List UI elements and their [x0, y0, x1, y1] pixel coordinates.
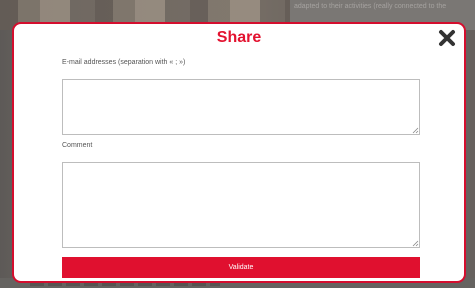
- resize-grip-icon[interactable]: [411, 126, 419, 134]
- comment-field[interactable]: [62, 162, 420, 248]
- email-label: E-mail addresses (separation with « ; »): [62, 59, 186, 66]
- close-x-icon: [439, 30, 455, 46]
- comment-label: Comment: [62, 142, 93, 149]
- email-field[interactable]: [62, 79, 420, 135]
- dialog-title: Share: [216, 29, 262, 46]
- resize-grip-icon[interactable]: [411, 239, 419, 247]
- share-dialog: Share E-mail addresses (separation with …: [12, 22, 466, 283]
- validate-button[interactable]: Validate: [62, 257, 420, 278]
- close-icon[interactable]: [438, 29, 456, 47]
